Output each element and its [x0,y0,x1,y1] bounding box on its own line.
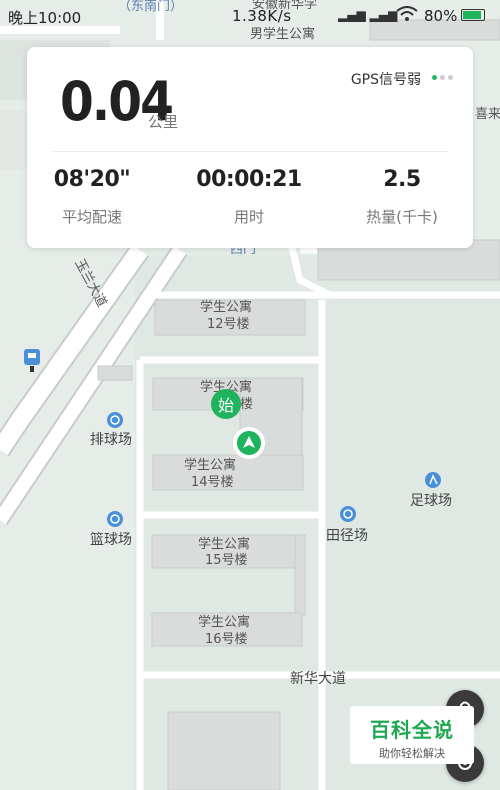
football-icon [425,472,441,488]
label-dorm12-b: 12号楼 [207,317,250,332]
wifi-icon [396,6,418,26]
pace-value: 08'20" [53,167,131,192]
network-speed: 1.38K/s [232,7,292,25]
current-location-icon [233,427,265,459]
battery-percent: 80% [424,7,458,25]
volleyball-icon [107,412,123,428]
calories-value: 2.5 [383,167,421,192]
label-football: 足球场 [410,493,452,509]
label-dorm15-a: 学生公寓 [198,536,250,552]
calories-label: 热量(千卡) [366,208,438,226]
duration-label: 用时 [233,208,264,226]
distance-unit: 公里 [148,113,179,131]
label-xi-lai: 喜来 [475,107,500,122]
label-track: 田径场 [326,528,368,544]
label-dorm16-b: 16号楼 [205,632,248,647]
label-dorm12-a: 学生公寓 [200,299,252,315]
label-road-xinhua: 新华大道 [290,671,346,687]
basketball-icon [107,511,123,527]
watermark-title: 百科全说 [370,718,454,742]
duration-stat: 00:00:21 用时 [179,167,319,227]
track-icon [340,506,356,522]
pace-stat: 08'20" 平均配速 [22,167,162,227]
start-marker: 始 [211,389,241,419]
label-volleyball: 排球场 [90,432,132,448]
label-dorm15-b: 15号楼 [205,553,248,568]
label-dorm16-a: 学生公寓 [198,614,250,630]
svg-text:始: 始 [218,396,234,415]
run-stats-card: 0.04 公里 GPS信号弱 08'20" 平均配速 00:00:21 用时 2… [27,47,473,248]
watermark-logo: 百科全说 助你轻松解决 [350,706,474,764]
label-dorm13-b: 楼 [240,397,253,412]
watermark-subtitle: 助你轻松解决 [379,747,445,760]
card-divider [51,151,449,152]
signal-icon: ▂▄▆ ▂▄▆ [338,8,398,22]
duration-value: 00:00:21 [196,167,302,192]
label-basketball: 篮球场 [90,532,132,548]
label-dorm14-a: 学生公寓 [184,457,236,473]
status-bar: 晚上10:00 1.38K/s ▂▄▆ ▂▄▆ 80% [0,0,500,32]
pace-label: 平均配速 [61,208,122,226]
calories-stat: 2.5 热量(千卡) [332,167,472,227]
gps-status: GPS信号弱 [350,72,421,88]
gps-signal-icon [432,75,453,80]
label-dorm14-b: 14号楼 [191,475,234,490]
status-time: 晚上10:00 [8,9,82,27]
battery-icon [461,9,485,21]
